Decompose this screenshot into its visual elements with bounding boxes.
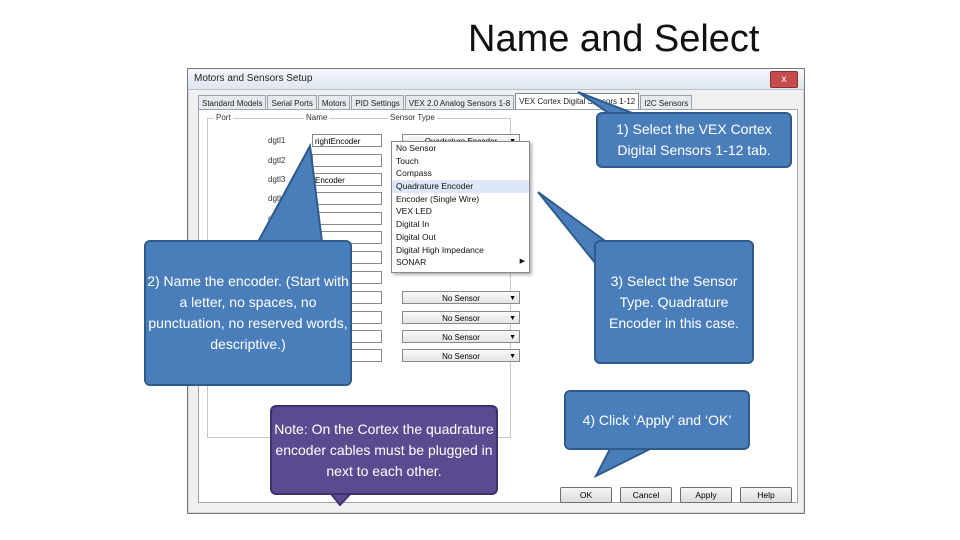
callout-step3: 3) Select the Sensor Type. Quadrature En… <box>594 240 754 364</box>
callout-step2: 2) Name the encoder. (Start with a lette… <box>144 240 352 386</box>
callout-pointer-step4 <box>593 448 651 479</box>
callout-step1: 1) Select the VEX Cortex Digital Sensors… <box>596 112 792 168</box>
callout-pointer-step2 <box>256 142 324 243</box>
callout-step4: 4) Click ‘Apply’ and ‘OK’ <box>564 390 750 450</box>
callout-note: Note: On the Cortex the quadrature encod… <box>270 405 498 495</box>
